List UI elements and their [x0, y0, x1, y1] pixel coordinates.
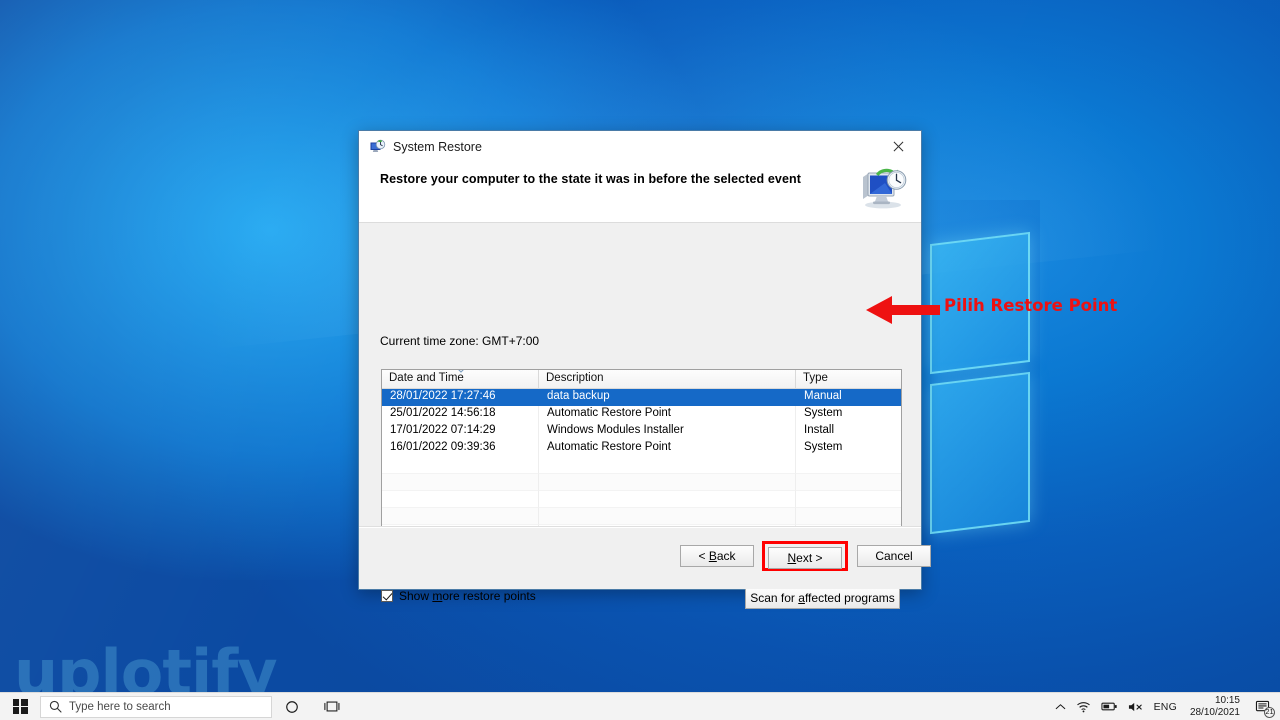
- cell-empty: [382, 491, 539, 508]
- show-more-restore-points-label: Show more restore points: [399, 589, 536, 603]
- notification-count-badge: 21: [1264, 706, 1275, 718]
- cell-empty: [539, 474, 796, 491]
- cell-type: System: [804, 407, 843, 419]
- table-row-empty[interactable]: [382, 491, 901, 508]
- table-row[interactable]: 28/01/2022 17:27:46 data backup Manual: [382, 389, 901, 406]
- volume-muted-icon[interactable]: [1123, 693, 1149, 720]
- scan-button-label: Scan for affected programs: [750, 591, 895, 605]
- dialog-title: System Restore: [393, 140, 482, 154]
- system-restore-icon: [369, 139, 386, 156]
- table-row[interactable]: 17/01/2022 07:14:29 Windows Modules Insta…: [382, 423, 901, 440]
- wifi-icon[interactable]: [1071, 693, 1096, 720]
- dialog-footer: < Back Next > Cancel: [359, 526, 931, 589]
- column-header-type-label: Type: [803, 372, 828, 384]
- dialog-header: System Restore Restore your computer to …: [359, 131, 921, 223]
- wallpaper-logo-pane-bottom: [930, 371, 1030, 535]
- search-icon: [49, 700, 62, 713]
- next-button-highlight: Next >: [762, 541, 848, 571]
- wallpaper-logo-pane-top: [930, 231, 1030, 375]
- dialog-titlebar: System Restore: [359, 131, 921, 163]
- system-restore-dialog: System Restore Restore your computer to …: [358, 130, 931, 609]
- column-header-description-label: Description: [546, 372, 604, 384]
- scan-for-affected-programs-button[interactable]: Scan for affected programs: [745, 587, 900, 609]
- windows-start-icon[interactable]: [0, 693, 40, 720]
- taskbar: Type here to search ENG 10:15 28/10/2021…: [0, 692, 1280, 720]
- cell-type: Install: [804, 424, 835, 436]
- cell-date: 17/01/2022 07:14:29: [382, 423, 539, 440]
- back-button[interactable]: < Back: [680, 545, 754, 567]
- language-indicator[interactable]: ENG: [1149, 693, 1182, 720]
- restore-computer-illustration: [859, 165, 907, 209]
- table-row[interactable]: 16/01/2022 09:39:36 Automatic Restore Poi…: [382, 440, 901, 457]
- chevron-up-icon: [456, 370, 466, 373]
- battery-icon[interactable]: [1096, 693, 1123, 720]
- cell-empty: [382, 474, 539, 491]
- column-header-date-label: Date and Time: [389, 372, 464, 384]
- desktop: uplotify System Restore Restore your com…: [0, 0, 1280, 720]
- cell-empty: [382, 457, 539, 474]
- cell-empty: [796, 491, 901, 508]
- table-row-empty[interactable]: [382, 474, 901, 491]
- cancel-button-label: Cancel: [875, 549, 913, 563]
- next-button-label: Next >: [787, 551, 823, 565]
- cell-date: 28/01/2022 17:27:46: [382, 389, 539, 406]
- cell-description: Automatic Restore Point: [539, 440, 796, 457]
- dialog-body: Current time zone: GMT+7:00 Date and Tim…: [359, 223, 921, 609]
- close-icon[interactable]: [876, 131, 921, 161]
- timezone-label: Current time zone: GMT+7:00: [380, 334, 540, 348]
- cell-empty: [539, 508, 796, 525]
- cortana-circle-icon[interactable]: [272, 693, 312, 720]
- next-button[interactable]: Next >: [768, 547, 842, 569]
- clock[interactable]: 10:15 28/10/2021: [1182, 693, 1248, 720]
- cell-empty: [796, 474, 901, 491]
- list-header-row: Date and Time Description Type: [382, 370, 901, 389]
- column-header-type[interactable]: Type: [796, 370, 901, 388]
- tray-overflow-chevron-up-icon[interactable]: [1050, 693, 1071, 720]
- cell-empty: [539, 491, 796, 508]
- annotation-callout: Pilih Restore Point: [862, 290, 1280, 330]
- cell-type: System: [804, 441, 843, 453]
- cell-description: Automatic Restore Point: [539, 406, 796, 423]
- cell-empty: [796, 457, 901, 474]
- cancel-button[interactable]: Cancel: [857, 545, 931, 567]
- cell-type: Manual: [804, 390, 842, 402]
- search-input[interactable]: Type here to search: [40, 695, 272, 718]
- table-row[interactable]: 25/01/2022 14:56:18 Automatic Restore Poi…: [382, 406, 901, 423]
- cell-empty: [382, 508, 539, 525]
- system-tray: ENG 10:15 28/10/2021 21: [1050, 693, 1280, 720]
- cell-empty: [539, 457, 796, 474]
- clock-date: 28/10/2021: [1189, 706, 1240, 718]
- notification-icon[interactable]: 21: [1248, 693, 1276, 720]
- cell-empty: [796, 508, 901, 525]
- clock-time: 10:15: [1214, 694, 1240, 706]
- column-header-description[interactable]: Description: [539, 370, 796, 388]
- table-row-empty[interactable]: [382, 457, 901, 474]
- table-row-empty[interactable]: [382, 508, 901, 525]
- back-button-label: < Back: [698, 549, 736, 563]
- cell-description: data backup: [539, 389, 796, 406]
- search-placeholder: Type here to search: [69, 700, 171, 713]
- checkbox-check-icon: [381, 590, 393, 602]
- column-header-date[interactable]: Date and Time: [382, 370, 539, 388]
- cell-description: Windows Modules Installer: [539, 423, 796, 440]
- cell-date: 16/01/2022 09:39:36: [382, 440, 539, 457]
- cell-date: 25/01/2022 14:56:18: [382, 406, 539, 423]
- task-view-icon[interactable]: [312, 693, 352, 720]
- show-more-restore-points-checkbox[interactable]: Show more restore points: [381, 589, 536, 603]
- dialog-instruction: Restore your computer to the state it wa…: [380, 172, 801, 186]
